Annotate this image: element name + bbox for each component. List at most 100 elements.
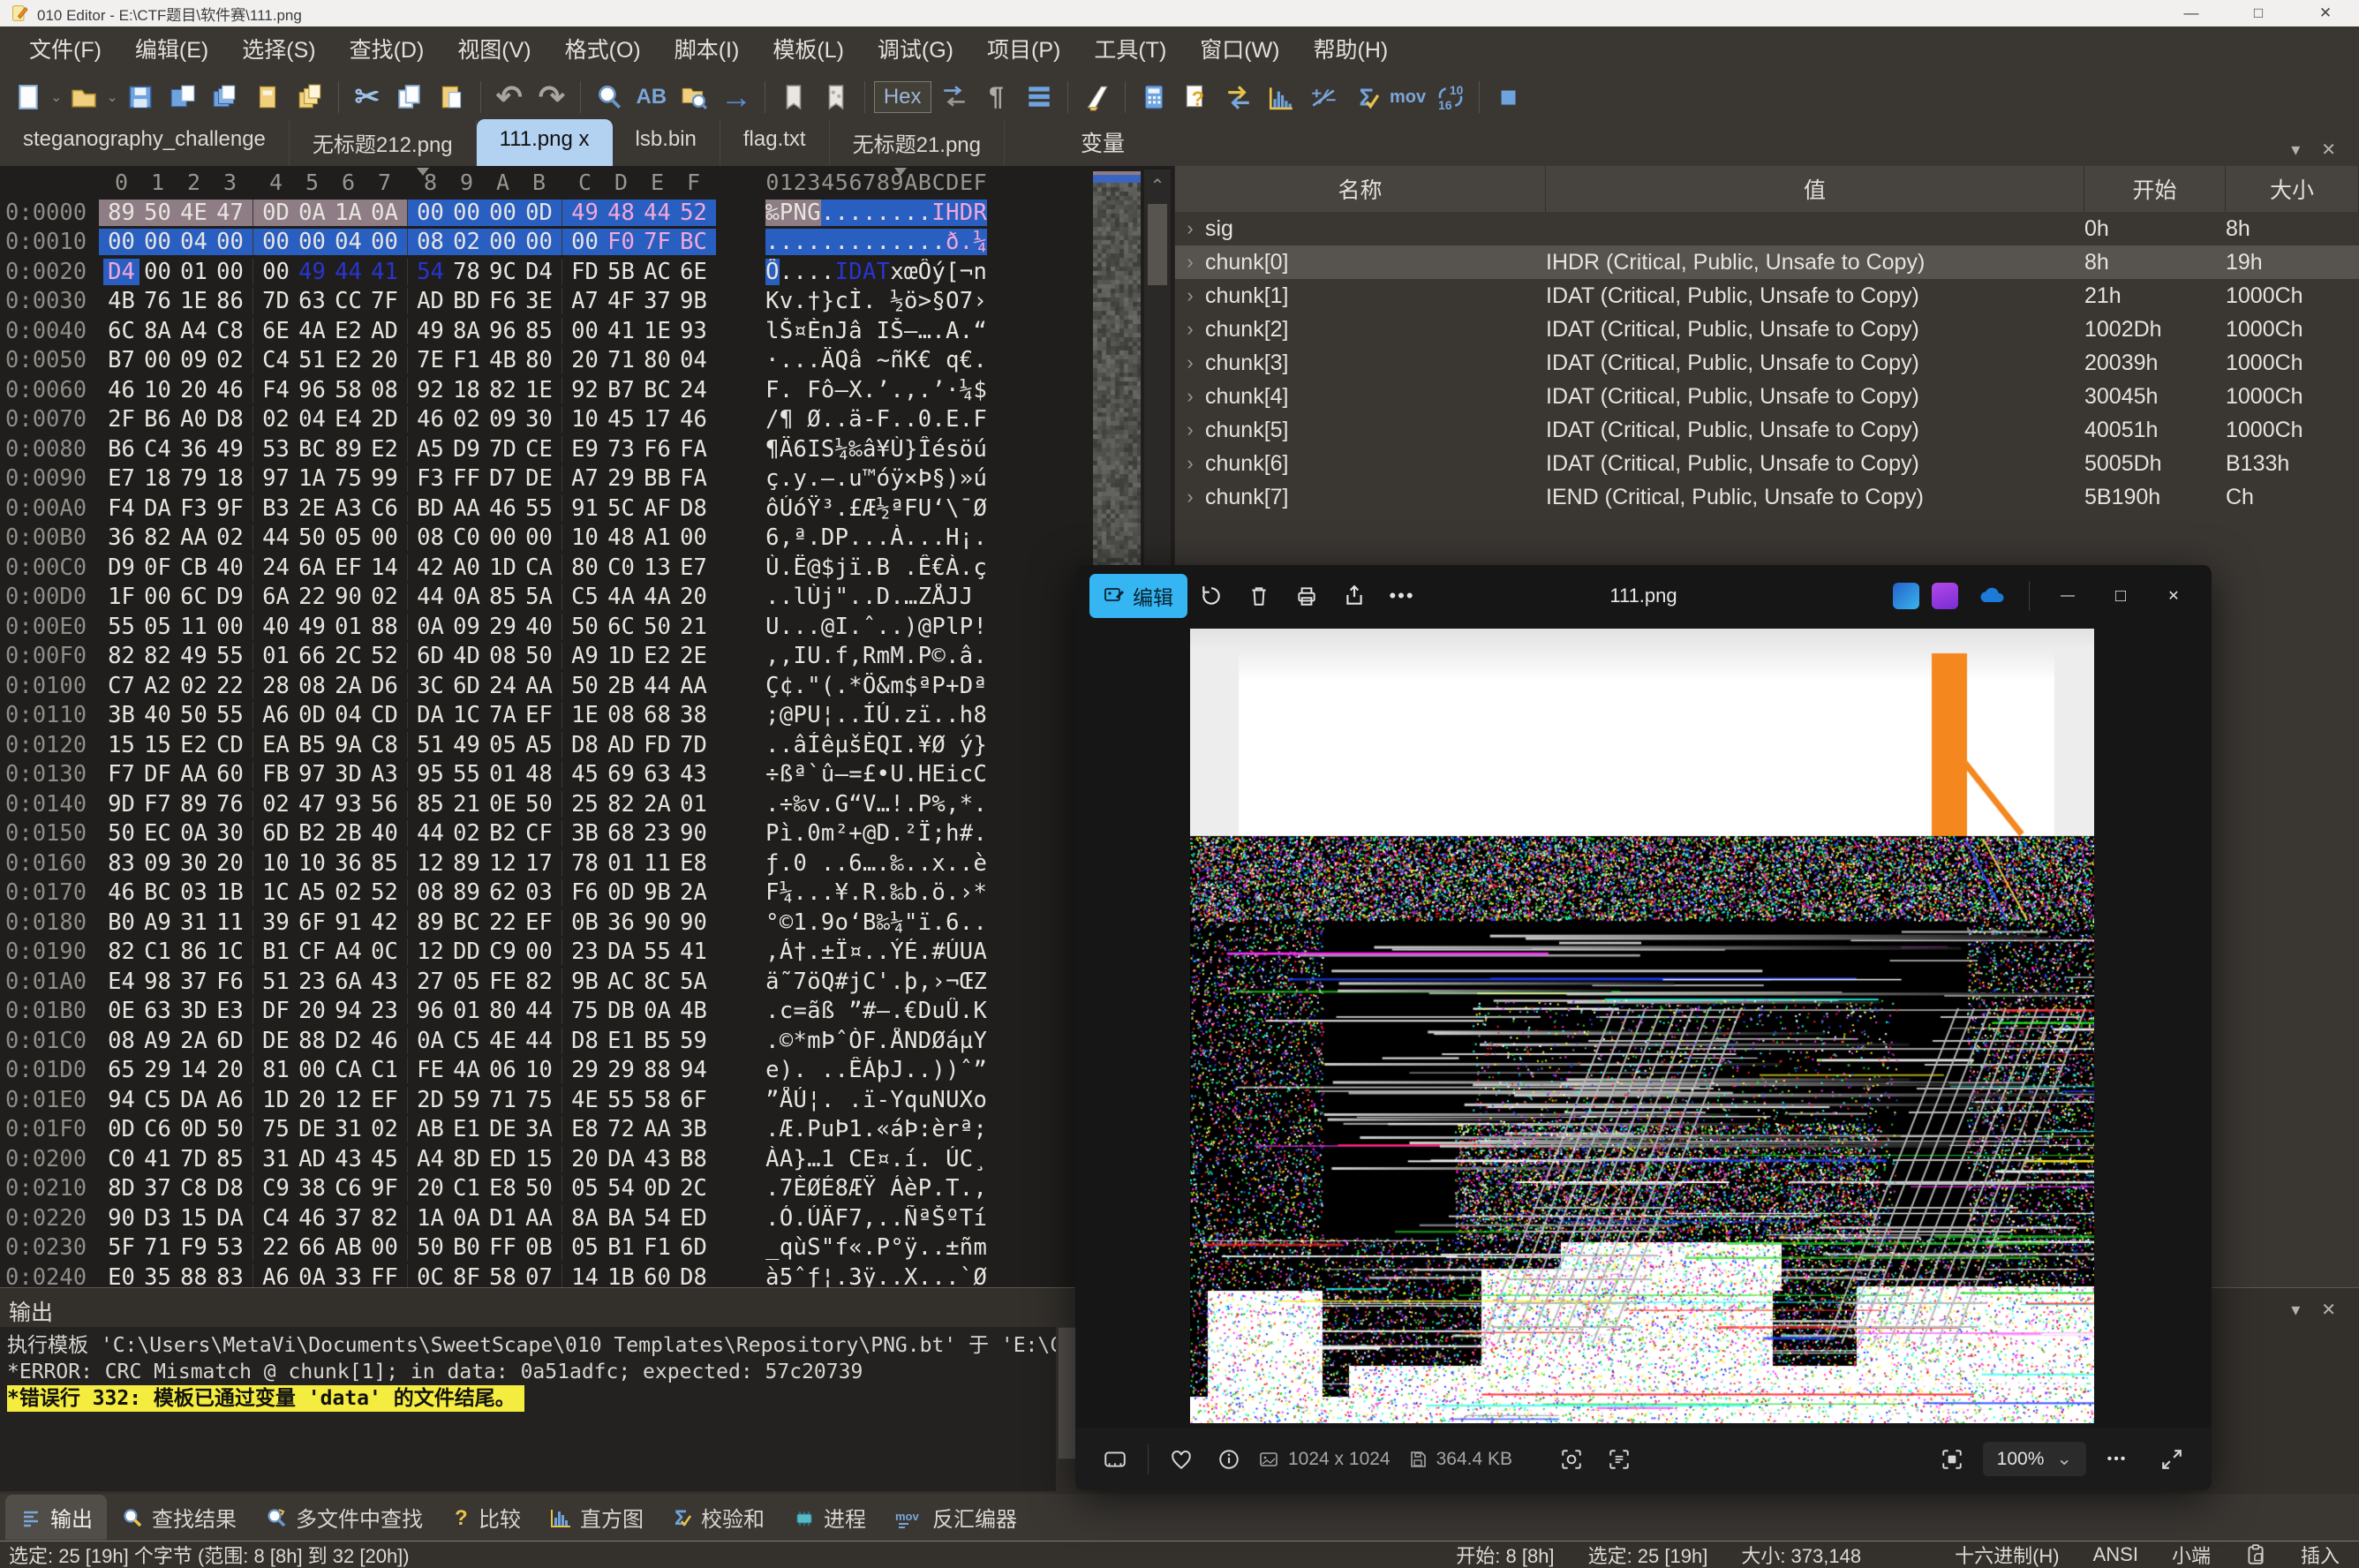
tab-scroll-left-icon[interactable]: [1005, 150, 1026, 166]
tab-steganography_challenge[interactable]: steganography_challenge: [0, 119, 290, 166]
hex-row-0:0170[interactable]: 0:017046BC031B1CA5025208896203F60D9B2AF¼…: [0, 878, 1174, 908]
hex-row-0:01D0[interactable]: 0:01D0652914208100CAC1FE4A061029298894e)…: [0, 1056, 1174, 1086]
new-file-icon[interactable]: [9, 78, 48, 117]
status-insert-mode[interactable]: 插入: [2301, 1541, 2340, 1568]
statistics-icon[interactable]: ⁺∕₋: [1304, 78, 1343, 117]
bottom-tab-find-results[interactable]: 查找结果: [107, 1495, 251, 1540]
menu-debug[interactable]: 调试(G): [861, 27, 970, 70]
tab-lsb.bin[interactable]: lsb.bin: [613, 119, 720, 166]
help-template-icon[interactable]: ?: [1177, 78, 1216, 117]
hex-row-0:0210[interactable]: 0:02108D37C8D8C938C69F20C1E85005540D2C.7…: [0, 1174, 1174, 1204]
highlight-pen-icon[interactable]: [1077, 78, 1116, 117]
column-start[interactable]: 开始: [2084, 166, 2226, 212]
hex-row-0:0060[interactable]: 0:006046102046F49658089218821E92B7BC24F.…: [0, 375, 1174, 405]
hex-row-0:00A0[interactable]: 0:00A0F4DAF39FB32EA3C6BDAA4655915CAFD8ôÚ…: [0, 494, 1174, 524]
hex-row-0:0150[interactable]: 0:015050EC0A306DB22B404402B2CF3B682390Pì…: [0, 819, 1174, 849]
checksum-icon[interactable]: Σ: [1346, 78, 1385, 117]
column-value[interactable]: 值: [1546, 166, 2084, 212]
tab-无标题212.png[interactable]: 无标题212.png: [290, 119, 477, 166]
hex-row-0:0120[interactable]: 0:01201515E2CDEAB59AC8514905A5D8ADFD7D..…: [0, 730, 1174, 760]
hex-row-0:00D0[interactable]: 0:00D01F006CD96A229002440A855AC54A4A20..…: [0, 583, 1174, 613]
minimize-button[interactable]: —: [2158, 4, 2225, 22]
menu-window[interactable]: 窗口(W): [1183, 27, 1296, 70]
fullscreen-icon[interactable]: [2148, 1440, 2196, 1479]
close-button[interactable]: ✕: [2292, 4, 2359, 22]
mail-save-icon[interactable]: [248, 78, 287, 117]
dropdown-caret-icon[interactable]: ⌄: [50, 88, 62, 106]
bottom-tab-output[interactable]: 输出: [5, 1495, 107, 1540]
columns-icon[interactable]: [1020, 78, 1059, 117]
variable-row-chunk[0][interactable]: ›chunk[0]IHDR (Critical, Public, Unsafe …: [1175, 245, 2359, 279]
variable-row-chunk[6][interactable]: ›chunk[6]IDAT (Critical, Public, Unsafe …: [1175, 447, 2359, 480]
menu-select[interactable]: 选择(S): [225, 27, 332, 70]
print-icon[interactable]: [1283, 577, 1330, 615]
variables-close-icon[interactable]: ✕: [2310, 133, 2347, 166]
hex-row-0:0110[interactable]: 0:01103B405055A60D04CDDA1C7AEF1E086838;@…: [0, 701, 1174, 731]
disassembler-icon[interactable]: mov: [1389, 78, 1428, 117]
scroll-up-icon[interactable]: ⌃: [1144, 170, 1171, 197]
tab-111.png[interactable]: 111.png x: [477, 119, 613, 166]
clipchamp-icon[interactable]: [1932, 583, 1958, 609]
hex-row-0:0070[interactable]: 0:00702FB6A0D80204E42D4602093010451746/¶…: [0, 405, 1174, 435]
calculator-icon[interactable]: [1134, 78, 1173, 117]
variable-row-chunk[3][interactable]: ›chunk[3]IDAT (Critical, Public, Unsafe …: [1175, 346, 2359, 380]
redo-icon[interactable]: ↷: [532, 78, 571, 117]
menu-help[interactable]: 帮助(H): [1297, 27, 1406, 70]
dropdown-caret-icon[interactable]: ⌄: [106, 88, 117, 106]
find-in-files-icon[interactable]: [675, 78, 713, 117]
histogram-icon[interactable]: [1262, 78, 1300, 117]
hex-row-0:0160[interactable]: 0:0160830930201010368512891217780111E8ƒ.…: [0, 848, 1174, 878]
hex-row-0:0100[interactable]: 0:0100C7A2022228082AD63C6D24AA502B44AAÇ¢…: [0, 671, 1174, 701]
stop-icon[interactable]: [1489, 78, 1527, 117]
hex-row-0:00C0[interactable]: 0:00C0D90FCB40246AEF1442A01DCA80C013E7Ù.…: [0, 553, 1174, 583]
hex-row-0:01A0[interactable]: 0:01A0E49837F651236A432705FE829BAC8C5Aä˜…: [0, 967, 1174, 997]
variable-row-chunk[1][interactable]: ›chunk[1]IDAT (Critical, Public, Unsafe …: [1175, 279, 2359, 313]
menu-search[interactable]: 查找(D): [333, 27, 441, 70]
tab-scroll-right-icon[interactable]: [1026, 150, 1047, 166]
variables-collapse-icon[interactable]: ▾: [2280, 133, 2310, 166]
save-copy-icon[interactable]: [163, 78, 202, 117]
cut-icon[interactable]: ✂: [348, 78, 387, 117]
variable-row-chunk[2][interactable]: ›chunk[2]IDAT (Critical, Public, Unsafe …: [1175, 313, 2359, 346]
bottom-tab-compare[interactable]: ?比较: [437, 1495, 535, 1540]
viewer-close-icon[interactable]: ✕: [2150, 577, 2197, 615]
hex-row-0:01C0[interactable]: 0:01C008A92A6DDE88D2460AC54E44D8E1B559.©…: [0, 1026, 1174, 1056]
text-extract-icon[interactable]: [1595, 1440, 1643, 1479]
pilcrow-icon[interactable]: ¶: [977, 78, 1016, 117]
save-icon[interactable]: [121, 78, 160, 117]
column-name[interactable]: 名称: [1175, 166, 1546, 212]
menu-script[interactable]: 脚本(I): [658, 27, 757, 70]
output-collapse-icon[interactable]: ▾: [2280, 1293, 2310, 1326]
hex-row-0:0190[interactable]: 0:019082C1861CB1CFA40C12DDC90023DA5541‚Á…: [0, 938, 1174, 968]
paste-icon[interactable]: [433, 78, 471, 117]
image-display-area[interactable]: [1190, 629, 2094, 1423]
hex-row-0:0130[interactable]: 0:0130F7DFAA60FB973DA39555014845696343÷ß…: [0, 760, 1174, 790]
hex-row-0:0180[interactable]: 0:0180B0A93111396F914289BC22EF0B369090°©…: [0, 908, 1174, 938]
hex-row-0:0090[interactable]: 0:0090E7187918971A7599F3FFD7DEA729BBFAç.…: [0, 464, 1174, 494]
tab-flag.txt[interactable]: flag.txt: [720, 119, 830, 166]
find-replace-icon[interactable]: AB: [632, 78, 671, 117]
hex-editor[interactable]: 0123456789ABCDEF0123456789ABCDEF 0:00008…: [0, 166, 1174, 1287]
hex-row-0:01E0[interactable]: 0:01E094C5DAA61D2012EF2D5971754E55586F”Å…: [0, 1085, 1174, 1115]
variable-row-chunk[7][interactable]: ›chunk[7]IEND (Critical, Public, Unsafe …: [1175, 480, 2359, 514]
hex-row-0:0020[interactable]: 0:0020D40001000049444154789CD4FD5BAC6EÔ.…: [0, 257, 1174, 287]
menu-template[interactable]: 模板(L): [756, 27, 861, 70]
viewer-minimize-icon[interactable]: —: [2044, 577, 2091, 615]
hex-row-0:0220[interactable]: 0:022090D315DAC44637821A0AD1AA8ABA54ED.Ó…: [0, 1203, 1174, 1233]
clipboard-icon[interactable]: [2244, 1543, 2267, 1566]
bottom-tab-process[interactable]: 进程: [779, 1495, 880, 1540]
hex-row-0:01F0[interactable]: 0:01F00DC60D5075DE3102ABE1DE3AE872AA3B.Æ…: [0, 1115, 1174, 1145]
zoom-control[interactable]: 100% ⌄: [1983, 1442, 2086, 1476]
hex-row-0:0140[interactable]: 0:01409DF789760247935685210E5025822A01.÷…: [0, 789, 1174, 819]
photo-viewer-window[interactable]: 编辑 ••• 111.png —: [1075, 565, 2212, 1490]
bottom-tab-disassembler[interactable]: mov反汇编器: [880, 1495, 1031, 1540]
column-size[interactable]: 大小: [2226, 166, 2359, 212]
bottom-tab-checksum[interactable]: Σ校验和: [658, 1495, 779, 1540]
save-stack-icon[interactable]: [290, 78, 329, 117]
menu-format[interactable]: 格式(O): [548, 27, 658, 70]
open-folder-icon[interactable]: [64, 78, 103, 117]
viewer-maximize-icon[interactable]: □: [2097, 577, 2144, 615]
hex-row-0:0080[interactable]: 0:0080B6C4364953BC89E2A5D97DCEE973F6FA¶Ä…: [0, 434, 1174, 464]
bottom-tab-find-in-files[interactable]: 多文件中查找: [251, 1495, 437, 1540]
photos-app-icon[interactable]: [1893, 583, 1919, 609]
